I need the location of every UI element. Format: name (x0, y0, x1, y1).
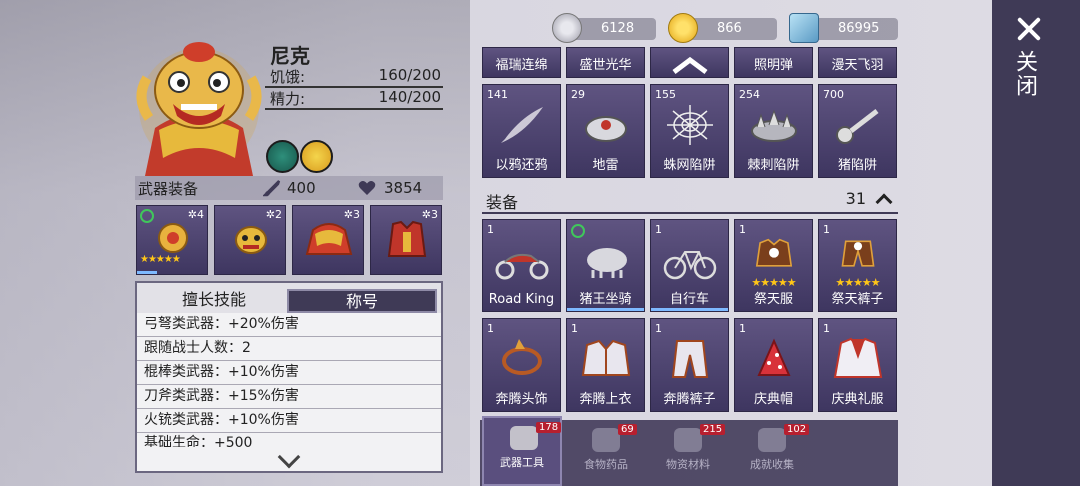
equip-ritual-pants[interactable]: 1 ★★★★★ 祭天裤子 (818, 219, 897, 312)
tab-materials[interactable]: 215 物资材料 (648, 420, 728, 486)
equip-party-gown[interactable]: 1 庆典礼服 (818, 318, 897, 412)
hunger-stat: 饥饿: 160/200 (265, 66, 443, 88)
equip-benteng-headwear[interactable]: 1 奔腾头饰 (482, 318, 561, 412)
landmine-icon (585, 116, 627, 142)
slot-stars: ★★★★★ (140, 254, 181, 265)
equip-bicycle[interactable]: 1 自行车 (650, 219, 729, 312)
chevron-down-icon[interactable] (277, 445, 301, 469)
equip-benteng-pants[interactable]: 1 奔腾裤子 (650, 318, 729, 412)
selected-indicator (651, 308, 728, 311)
weapon-slot-3[interactable]: ✲3 (292, 205, 364, 275)
weapon-equipment-bar: 武器装备 400 3854 (135, 176, 443, 200)
tab-titles[interactable]: 称号 (287, 289, 437, 313)
slot-progress (137, 271, 157, 274)
equip-boar-mount[interactable]: 猪王坐骑 (566, 219, 645, 312)
skills-tabs: 擅长技能 称号 (137, 283, 441, 313)
selected-indicator (567, 308, 644, 311)
skill-row: 火铳类武器：+10%伤害 (137, 409, 441, 433)
silver-coin-icon (552, 13, 582, 43)
trap-pig[interactable]: 700 猪陷阱 (818, 84, 897, 178)
pants-icon (671, 340, 709, 378)
tab-skills[interactable]: 擅长技能 (141, 289, 287, 313)
spiderweb-icon (667, 105, 713, 145)
tab-weapons-tools[interactable]: 178 武器工具 (482, 416, 562, 486)
equip-road-king[interactable]: 1 Road King (482, 219, 561, 312)
character-name: 尼克 (270, 44, 310, 68)
equipment-section-header[interactable]: 装备 31 (482, 188, 898, 214)
pants-icon (841, 240, 875, 267)
pig-trap-icon (836, 109, 879, 144)
spike-trap-icon (751, 109, 797, 142)
trap-mine[interactable]: 29 地雷 (566, 84, 645, 178)
stomach-buff-icon[interactable] (266, 140, 299, 173)
trap-spike[interactable]: 254 棘刺陷阱 (734, 84, 813, 178)
health-stat: 3854 (358, 179, 443, 197)
axe-icon (510, 426, 538, 450)
skills-panel: 擅长技能 称号 弓弩类武器：+20%伤害 跟随战士人数：2 棍棒类武器：+10%… (135, 281, 443, 473)
item-feathers[interactable]: 漫天飞羽 (818, 47, 897, 78)
category-tabs: 178 武器工具 69 食物药品 215 物资材料 102 成就收集 (480, 416, 898, 486)
equip-party-hat[interactable]: 1 庆典帽 (734, 318, 813, 412)
log-icon (674, 428, 702, 452)
skill-row: 棍棒类武器：+10%伤害 (137, 361, 441, 385)
sword-icon (263, 180, 281, 197)
item-shengshi[interactable]: 盛世光华 (566, 47, 645, 78)
cash-icon (789, 13, 819, 43)
motorcycle-icon (495, 253, 549, 280)
attack-stat: 400 (263, 179, 358, 197)
weapon-slot-1[interactable]: ✲4 ★★★★★ (136, 205, 208, 275)
tab-food-medicine[interactable]: 69 食物药品 (566, 420, 646, 486)
cash-currency: 86995 (789, 13, 898, 43)
heart-icon (358, 181, 376, 195)
lion-dance-portrait (136, 42, 262, 176)
party-hat-icon (757, 338, 791, 376)
gown-icon (833, 337, 883, 378)
item-scroll-up[interactable] (650, 47, 729, 78)
jacket-icon (581, 339, 631, 376)
bicycle-icon (663, 251, 717, 280)
skill-row: 弓弩类武器：+20%伤害 (137, 313, 441, 337)
gold-coin-icon (668, 13, 698, 43)
headwear-icon (502, 339, 542, 375)
weapon-slot-2[interactable]: ✲2 (214, 205, 286, 275)
chevron-up-icon[interactable] (875, 193, 893, 211)
bread-icon (592, 428, 620, 452)
trap-crow[interactable]: 141 以鸦还鸦 (482, 84, 561, 178)
red-vest-icon (387, 220, 427, 257)
tab-achievements[interactable]: 102 成就收集 (732, 420, 812, 486)
trap-web[interactable]: 155 蛛网陷阱 (650, 84, 729, 178)
close-icon[interactable] (1014, 14, 1044, 44)
boar-icon (587, 248, 627, 278)
refresh-icon (571, 224, 585, 238)
chevron-up-icon (672, 56, 707, 74)
lion-head-armor-icon (305, 223, 353, 255)
lion-mask-icon (235, 226, 267, 254)
crossbow-icon (158, 223, 188, 253)
gold-currency: 866 (668, 13, 777, 43)
equip-benteng-top[interactable]: 1 奔腾上衣 (566, 318, 645, 412)
skill-row: 刀斧类武器：+15%伤害 (137, 385, 441, 409)
weapon-slot-4[interactable]: ✲3 (370, 205, 442, 275)
cloud-buff-icon[interactable] (300, 140, 333, 173)
feather-icon (501, 107, 543, 143)
trophy-icon (758, 428, 786, 452)
robe-icon (755, 238, 793, 267)
close-rail: 关闭 (992, 0, 1080, 486)
equip-ritual-robe[interactable]: 1 ★★★★★ 祭天服 (734, 219, 813, 312)
skill-row: 跟随战士人数：2 (137, 337, 441, 361)
energy-stat: 精力: 140/200 (265, 88, 443, 110)
close-button[interactable]: 关闭 (1008, 50, 1040, 98)
item-flare[interactable]: 照明弹 (734, 47, 813, 78)
item-fuyui[interactable]: 福瑞连绵 (482, 47, 561, 78)
silver-currency: 6128 (552, 13, 656, 43)
